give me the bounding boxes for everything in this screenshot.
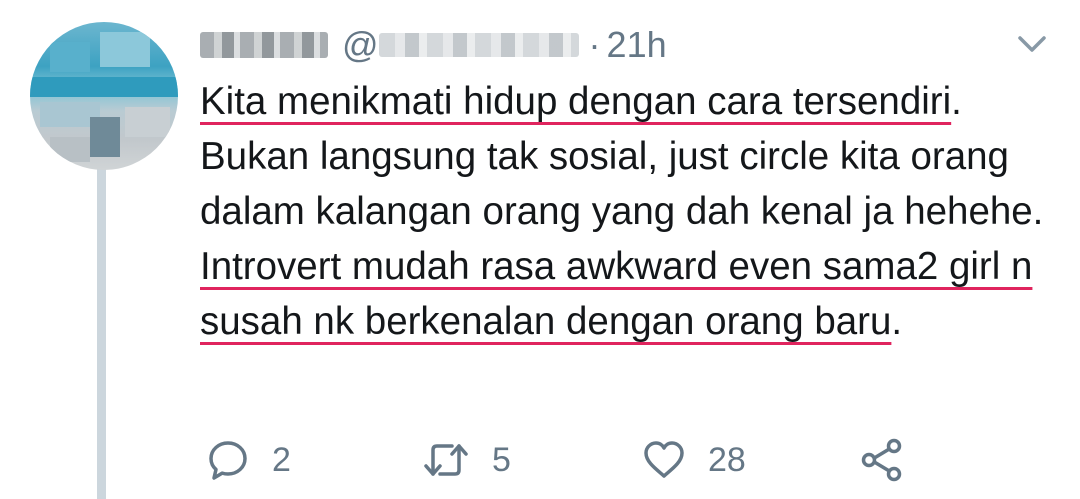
- retweet-icon: [422, 438, 470, 482]
- avatar[interactable]: [30, 22, 178, 170]
- reply-button[interactable]: 2: [206, 436, 291, 484]
- tweet-text-segment: .: [891, 300, 903, 343]
- action-bar: 2 5 28: [200, 436, 1060, 484]
- reply-icon: [206, 438, 250, 482]
- chevron-down-icon[interactable]: [1014, 32, 1050, 56]
- tweet-text-segment: Kita menikmati hidup dengan cara tersend…: [200, 80, 952, 123]
- share-button[interactable]: [860, 436, 904, 484]
- tweet-text-segment: Introvert mudah rasa awkward even sama2 …: [200, 245, 1033, 343]
- retweet-count: 5: [492, 440, 511, 479]
- separator-dot: ·: [588, 24, 601, 65]
- display-name[interactable]: [200, 32, 328, 58]
- tweet-text: Kita menikmati hidup dengan cara tersend…: [200, 74, 1060, 349]
- retweet-button[interactable]: 5: [422, 436, 511, 484]
- share-icon: [860, 438, 904, 482]
- reply-count: 2: [272, 440, 291, 479]
- timestamp[interactable]: 21h: [607, 24, 667, 66]
- tweet-header: @ · 21h: [200, 18, 667, 72]
- like-count: 28: [708, 440, 746, 479]
- like-button[interactable]: 28: [642, 436, 746, 484]
- thread-line: [97, 168, 106, 499]
- heart-icon: [642, 438, 686, 482]
- handle-prefix[interactable]: @: [342, 24, 379, 66]
- handle[interactable]: [378, 33, 579, 57]
